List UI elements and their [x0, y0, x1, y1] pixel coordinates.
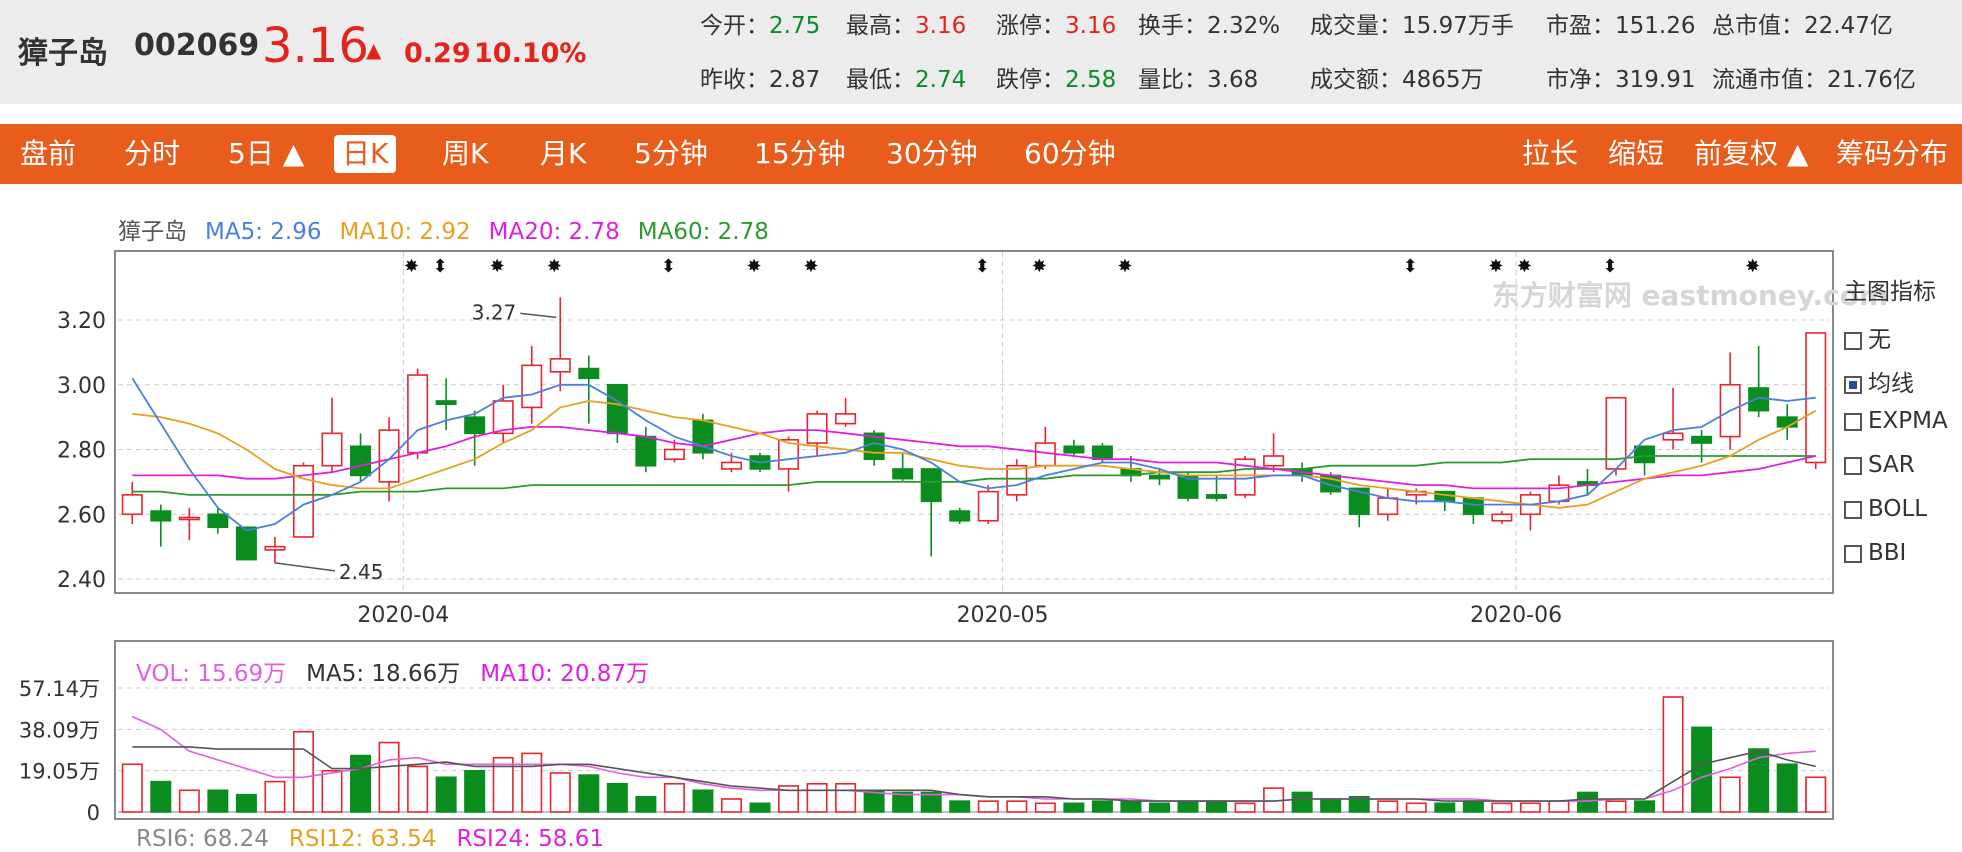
candle-body — [892, 468, 914, 480]
candle-body — [1691, 435, 1713, 444]
y-tick-label: 2.40 — [57, 568, 106, 593]
candle-body — [407, 374, 429, 454]
checkbox-icon[interactable] — [1844, 545, 1862, 563]
x-tick-label: 2020-05 — [957, 603, 1049, 628]
x-tick-label: 2020-04 — [357, 603, 449, 628]
candle-body — [920, 468, 942, 503]
candle-body — [578, 367, 600, 380]
candle-body — [1491, 513, 1513, 522]
candle-body — [1377, 497, 1399, 516]
indicator-option[interactable]: 均线 — [1844, 364, 1914, 398]
legend-item: RSI12: 63.54 — [288, 826, 437, 852]
candle-body — [235, 526, 257, 561]
candle-body — [121, 494, 143, 516]
legend-item: RSI6: 68.24 — [136, 826, 269, 852]
candle-body — [977, 490, 999, 522]
candle-body — [464, 416, 486, 435]
event-marker-icon: ⬍ — [1403, 256, 1418, 277]
high-pointer — [520, 312, 557, 319]
candle-body — [321, 432, 343, 467]
watermark: 东方财富网 eastmoney.com — [1492, 279, 1888, 312]
high-annotation: 3.27 — [472, 300, 517, 324]
indicator-option-label: 无 — [1868, 327, 1891, 353]
candle-body — [1263, 455, 1285, 467]
indicator-option-label: BOLL — [1868, 496, 1928, 522]
event-marker-icon: ⬍ — [661, 256, 676, 277]
event-marker-icon: ✸ — [804, 256, 819, 277]
indicator-option[interactable]: EXPMA — [1844, 408, 1948, 434]
event-marker-icon: ✸ — [1517, 256, 1532, 277]
candle-body — [806, 413, 828, 444]
indicator-option-label: SAR — [1868, 452, 1915, 478]
indicator-option[interactable]: BOLL — [1844, 496, 1927, 522]
candle-body — [1091, 445, 1113, 461]
candle-body — [350, 445, 372, 477]
main-indicator-title: 主图指标 — [1844, 279, 1936, 305]
checkbox-icon[interactable] — [1844, 457, 1862, 475]
volume-chart-frame — [114, 640, 1834, 820]
event-marker-icon: ⬍ — [433, 256, 448, 277]
checkbox-icon[interactable] — [1844, 413, 1862, 431]
candle-body — [606, 383, 628, 435]
event-marker-icon: ✸ — [404, 256, 419, 277]
indicator-option-label: BBI — [1868, 540, 1907, 566]
checkbox-icon[interactable] — [1844, 332, 1862, 350]
volume-tick-label: 38.09万 — [19, 718, 100, 742]
candle-body — [1662, 432, 1684, 441]
candle-body — [663, 448, 685, 461]
event-marker-icon: ⬍ — [1602, 256, 1617, 277]
candle-body — [835, 413, 857, 425]
candle-body — [1206, 494, 1228, 499]
event-marker-icon: ✸ — [1117, 256, 1132, 277]
volume-tick-label: 57.14万 — [19, 677, 100, 701]
indicator-option-label: EXPMA — [1868, 408, 1948, 434]
event-marker-icon: ✸ — [1488, 256, 1503, 277]
candle-body — [720, 461, 742, 470]
candle-body — [207, 513, 229, 529]
candle-body — [1148, 474, 1170, 480]
y-tick-label: 2.80 — [57, 439, 106, 464]
candle-body — [378, 429, 400, 483]
candle-body — [264, 545, 286, 551]
candle-body — [1063, 445, 1085, 454]
legend-item: RSI24: 58.61 — [456, 826, 604, 852]
checkbox-icon[interactable] — [1844, 376, 1862, 394]
candle-body — [435, 400, 457, 405]
event-marker-icon: ✸ — [490, 256, 505, 277]
indicator-option[interactable]: 无 — [1844, 320, 1891, 354]
indicator-option[interactable]: BBI — [1844, 540, 1906, 566]
candle-body — [949, 510, 971, 522]
candle-body — [521, 364, 543, 409]
event-marker-icon: ✸ — [746, 256, 761, 277]
candle-body — [1776, 416, 1798, 428]
indicator-option[interactable]: SAR — [1844, 452, 1915, 478]
y-tick-label: 3.20 — [57, 309, 106, 334]
candle-body — [178, 516, 200, 521]
event-marker-icon: ✸ — [547, 256, 562, 277]
volume-tick-label: 0 — [87, 801, 100, 825]
rsi-legend: RSI6: 68.24 RSI12: 63.54 RSI24: 58.61 — [136, 826, 624, 852]
event-marker-icon: ⬍ — [975, 256, 990, 277]
event-marker-icon: ✸ — [1032, 256, 1047, 277]
candle-body — [549, 358, 571, 373]
checkbox-icon[interactable] — [1844, 501, 1862, 519]
low-pointer — [274, 562, 336, 572]
indicator-option-label: 均线 — [1868, 371, 1914, 397]
candle-body — [635, 435, 657, 467]
y-tick-label: 3.00 — [57, 374, 106, 399]
event-marker-icon: ✸ — [1745, 256, 1760, 277]
candle-body — [150, 510, 172, 522]
candle-body — [1006, 464, 1028, 496]
low-annotation: 2.45 — [339, 560, 384, 584]
volume-tick-label: 19.05万 — [19, 760, 100, 784]
candle-body — [1462, 497, 1484, 516]
y-tick-label: 2.60 — [57, 503, 106, 528]
candle-body — [1634, 445, 1656, 464]
x-tick-label: 2020-06 — [1470, 603, 1562, 628]
